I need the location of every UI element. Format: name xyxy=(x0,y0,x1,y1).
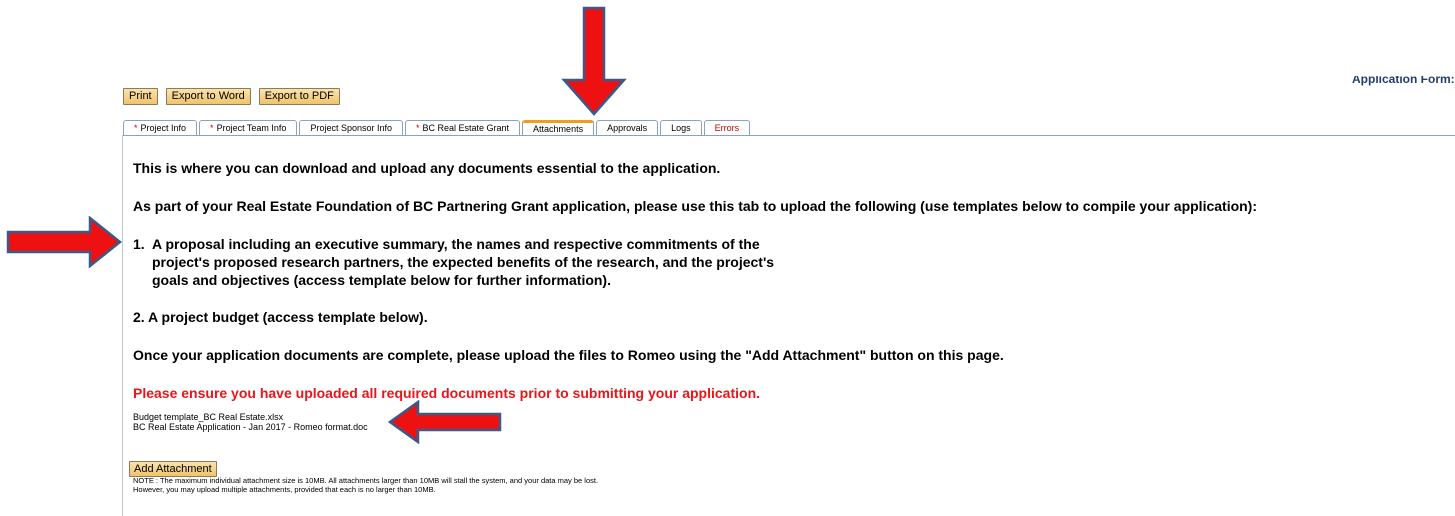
upload-instruction-text: Once your application documents are comp… xyxy=(133,347,1004,363)
file-link-budget-template[interactable]: Budget template_BC Real Estate.xlsx xyxy=(133,412,368,422)
attachment-size-note: NOTE : The maximum individual attachment… xyxy=(133,476,599,494)
file-link-application-template[interactable]: BC Real Estate Application - Jan 2017 - … xyxy=(133,422,368,432)
content-border xyxy=(122,135,123,516)
tab-errors[interactable]: Errors xyxy=(703,120,751,135)
print-button[interactable]: Print xyxy=(123,88,158,105)
tab-bar: * Project Info * Project Team Info Project… xyxy=(123,120,751,136)
instructions-text: As part of your Real Estate Foundation o… xyxy=(133,198,1258,214)
attachments-content: This is where you can download and uploa… xyxy=(133,152,1433,402)
export-word-button[interactable]: Export to Word xyxy=(165,88,251,105)
tab-project-team-info[interactable]: * Project Team Info xyxy=(199,120,298,135)
template-file-list: Budget template_BC Real Estate.xlsx BC R… xyxy=(133,412,368,432)
annotation-arrow-down xyxy=(561,6,627,116)
tab-attachments[interactable]: Attachments xyxy=(522,120,595,136)
tab-logs[interactable]: Logs xyxy=(660,120,702,135)
export-pdf-button[interactable]: Export to PDF xyxy=(258,88,340,105)
tab-project-sponsor-info[interactable]: Project Sponsor Info xyxy=(299,120,403,135)
list-item-proposal: 1. A proposal including an executive sum… xyxy=(133,236,775,288)
tab-approvals[interactable]: Approvals xyxy=(596,120,659,135)
add-attachment-button[interactable]: Add Attachment xyxy=(129,461,217,477)
tab-project-info[interactable]: * Project Info xyxy=(123,120,198,135)
tab-divider xyxy=(122,135,1455,136)
application-form-label: Application Form: BC xyxy=(1352,72,1455,86)
annotation-arrow-left xyxy=(388,400,502,444)
warning-text: Please ensure you have uploaded all requ… xyxy=(133,385,761,401)
intro-text: This is where you can download and uploa… xyxy=(133,160,721,176)
toolbar: Print Export to Word Export to PDF xyxy=(123,88,340,105)
annotation-arrow-right xyxy=(6,216,123,268)
list-item-budget: 2. A project budget (access template bel… xyxy=(133,309,428,325)
tab-bc-real-estate-grant[interactable]: * BC Real Estate Grant xyxy=(404,120,521,135)
